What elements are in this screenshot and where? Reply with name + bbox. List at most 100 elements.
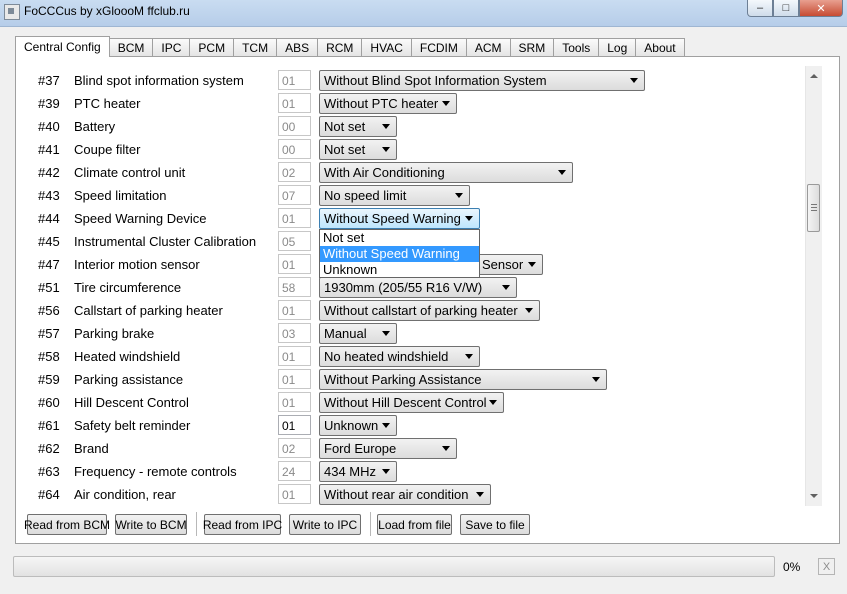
window-controls: – □ ✕ <box>747 0 843 18</box>
read-ipc-button[interactable]: Read from IPC <box>203 514 282 535</box>
config-row: #43 Speed limitation 07 No speed limit <box>27 184 805 207</box>
code-field[interactable]: 01 <box>278 484 311 504</box>
chevron-down-icon <box>382 469 390 474</box>
close-button[interactable]: ✕ <box>799 0 843 17</box>
code-field[interactable]: 01 <box>278 415 311 435</box>
dropdown-value: 434 MHz <box>324 464 377 479</box>
code-field[interactable]: 58 <box>278 277 311 297</box>
tab-central-config[interactable]: Central Config <box>15 36 110 57</box>
chevron-down-icon <box>455 193 463 198</box>
code-field[interactable]: 02 <box>278 438 311 458</box>
code-field[interactable]: 07 <box>278 185 311 205</box>
row-label: Speed Warning Device <box>74 211 207 226</box>
value-dropdown[interactable]: Not set <box>319 116 397 137</box>
window-title: FoCCCus by xGloooM ffclub.ru <box>24 4 190 18</box>
tab-acm[interactable]: ACM <box>465 38 511 57</box>
value-dropdown[interactable]: Without Parking Assistance <box>319 369 607 390</box>
row-label: Hill Descent Control <box>74 395 189 410</box>
tab-fcdim[interactable]: FCDIM <box>410 38 467 57</box>
code-field[interactable]: 01 <box>278 369 311 389</box>
dropdown-value: Unknown <box>324 418 379 433</box>
config-row: #61 Safety belt reminder 01 Unknown <box>27 414 805 437</box>
value-dropdown[interactable]: Manual <box>319 323 397 344</box>
dropdown-option-selected[interactable]: Without Speed Warning <box>320 246 479 262</box>
tab-rcm[interactable]: RCM <box>317 38 363 57</box>
load-from-file-button[interactable]: Load from file <box>377 514 452 535</box>
config-row: #60 Hill Descent Control 01 Without Hill… <box>27 391 805 414</box>
value-dropdown[interactable]: Without PTC heater <box>319 93 457 114</box>
chevron-down-icon <box>630 78 638 83</box>
row-number: #63 <box>38 464 60 479</box>
scroll-up-icon[interactable] <box>810 74 818 78</box>
dropdown-option[interactable]: Unknown <box>320 262 479 278</box>
code-field[interactable]: 00 <box>278 116 311 136</box>
row-label: Interior motion sensor <box>74 257 200 272</box>
dropdown-value: Without Blind Spot Information System <box>324 73 547 88</box>
code-field[interactable]: 01 <box>278 208 311 228</box>
write-bcm-button[interactable]: Write to BCM <box>115 514 187 535</box>
value-dropdown[interactable]: Without Hill Descent Control <box>319 392 504 413</box>
row-label: Parking assistance <box>74 372 184 387</box>
dropdown-value: Without Parking Assistance <box>324 372 482 387</box>
value-dropdown[interactable]: With Air Conditioning <box>319 162 573 183</box>
code-field[interactable]: 03 <box>278 323 311 343</box>
grip-line <box>811 207 817 208</box>
scroll-down-icon[interactable] <box>810 494 818 498</box>
value-dropdown[interactable]: Without Blind Spot Information System <box>319 70 645 91</box>
value-dropdown[interactable]: Not set <box>319 139 397 160</box>
code-field[interactable]: 01 <box>278 346 311 366</box>
tab-hvac[interactable]: HVAC <box>361 38 412 57</box>
write-ipc-button[interactable]: Write to IPC <box>289 514 361 535</box>
tab-srm[interactable]: SRM <box>509 38 555 57</box>
code-field[interactable]: 01 <box>278 70 311 90</box>
config-row: #63 Frequency - remote controls 24 434 M… <box>27 460 805 483</box>
close-icon: ✕ <box>816 2 826 15</box>
code-field[interactable]: 01 <box>278 392 311 412</box>
code-field[interactable]: 05 <box>278 231 311 251</box>
tab-tools[interactable]: Tools <box>553 38 600 57</box>
value-dropdown[interactable]: Without callstart of parking heater <box>319 300 540 321</box>
value-dropdown[interactable]: Without rear air condition <box>319 484 491 505</box>
tab-pcm[interactable]: PCM <box>189 38 235 57</box>
value-dropdown[interactable]: No speed limit <box>319 185 470 206</box>
value-dropdown[interactable]: Without Speed Warning <box>319 208 480 229</box>
tab-tcm[interactable]: TCM <box>233 38 278 57</box>
dropdown-value: Manual <box>324 326 367 341</box>
grip-line <box>811 204 817 205</box>
row-number: #41 <box>38 142 60 157</box>
config-row: #41 Coupe filter 00 Not set <box>27 138 805 161</box>
value-dropdown[interactable]: 1930mm (205/55 R16 V/W) <box>319 277 517 298</box>
cancel-button[interactable]: X <box>818 558 835 575</box>
vertical-scrollbar[interactable] <box>805 66 822 506</box>
config-row: #51 Tire circumference 58 1930mm (205/55… <box>27 276 805 299</box>
code-field[interactable]: 24 <box>278 461 311 481</box>
row-number: #45 <box>38 234 60 249</box>
dropdown-option[interactable]: Not set <box>320 230 479 246</box>
tab-about[interactable]: About <box>635 38 685 57</box>
code-field[interactable]: 01 <box>278 254 311 274</box>
save-to-file-button[interactable]: Save to file <box>460 514 530 535</box>
tab-abs[interactable]: ABS <box>276 38 319 57</box>
title-bar: FoCCCus by xGloooM ffclub.ru – □ ✕ <box>0 0 847 27</box>
value-dropdown[interactable]: 434 MHz <box>319 461 397 482</box>
row-label: Heated windshield <box>74 349 181 364</box>
config-row: #58 Heated windshield 01 No heated winds… <box>27 345 805 368</box>
chevron-down-icon <box>476 492 484 497</box>
read-bcm-button[interactable]: Read from BCM <box>24 514 110 535</box>
maximize-button[interactable]: □ <box>773 0 799 17</box>
tab-bcm[interactable]: BCM <box>108 38 154 57</box>
value-dropdown[interactable]: Ford Europe <box>319 438 457 459</box>
value-dropdown[interactable]: No heated windshield <box>319 346 480 367</box>
minimize-button[interactable]: – <box>747 0 773 17</box>
config-row: #44 Speed Warning Device 01 Without Spee… <box>27 207 805 230</box>
code-field[interactable]: 02 <box>278 162 311 182</box>
value-dropdown[interactable]: Unknown <box>319 415 397 436</box>
code-field[interactable]: 01 <box>278 93 311 113</box>
config-row: #62 Brand 02 Ford Europe <box>27 437 805 460</box>
tab-log[interactable]: Log <box>598 38 637 57</box>
code-field[interactable]: 00 <box>278 139 311 159</box>
tab-ipc[interactable]: IPC <box>152 38 191 57</box>
chevron-down-icon <box>502 285 510 290</box>
code-field[interactable]: 01 <box>278 300 311 320</box>
scroll-thumb[interactable] <box>807 184 820 232</box>
